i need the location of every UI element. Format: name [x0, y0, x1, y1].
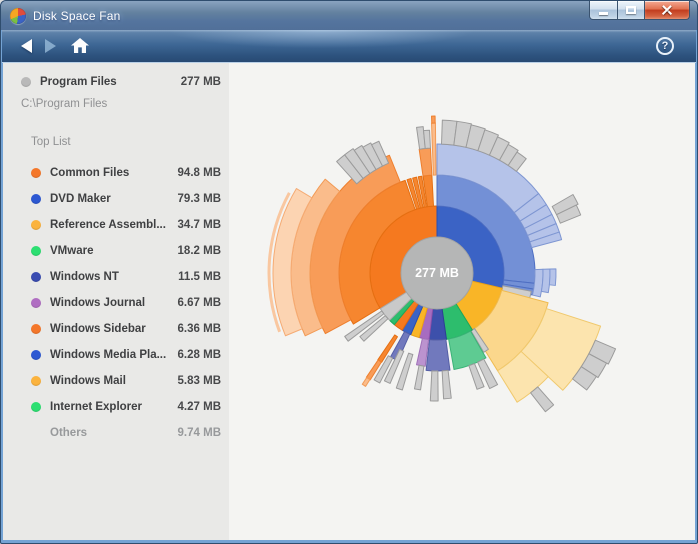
item-size: 4.27 MB — [177, 401, 221, 413]
close-icon — [661, 4, 673, 16]
fan-segment[interactable] — [540, 268, 551, 294]
list-item-others[interactable]: Others 9.74 MB — [3, 420, 221, 446]
item-label: Windows Sidebar — [50, 323, 146, 335]
minimize-button[interactable] — [589, 1, 618, 20]
home-button[interactable] — [68, 34, 92, 58]
item-size: 34.7 MB — [177, 219, 221, 231]
fan-segment[interactable] — [530, 386, 555, 413]
list-item-internet-explorer[interactable]: Internet Explorer 4.27 MB — [3, 394, 221, 420]
item-label: Others — [50, 427, 88, 439]
list-item-reference-assemblies[interactable]: Reference Assembl... 34.7 MB — [3, 212, 221, 238]
fan-segment[interactable] — [423, 129, 431, 150]
item-size: 94.8 MB — [177, 167, 221, 179]
close-button[interactable] — [645, 1, 690, 20]
list-item-windows-journal[interactable]: Windows Journal 6.67 MB — [3, 290, 221, 316]
minimize-icon — [599, 12, 608, 15]
item-size: 11.5 MB — [178, 271, 221, 283]
fan-segment[interactable] — [361, 377, 371, 387]
home-icon — [71, 38, 89, 53]
list-item-dvd-maker[interactable]: DVD Maker 79.3 MB — [3, 186, 221, 212]
back-button[interactable] — [14, 34, 38, 58]
fan-segment[interactable] — [441, 369, 452, 400]
item-size: 18.2 MB — [177, 245, 221, 257]
fan-segment[interactable] — [429, 370, 439, 402]
window-title: Disk Space Fan — [33, 8, 121, 23]
maximize-icon — [626, 6, 636, 14]
help-button[interactable]: ? — [656, 37, 674, 55]
forward-arrow-icon — [44, 39, 56, 53]
fan-segment[interactable] — [431, 122, 437, 176]
current-folder-path: C:\Program Files — [21, 98, 108, 110]
color-dot — [31, 272, 41, 282]
caption-buttons — [589, 1, 690, 20]
fan-chart-svg[interactable]: 277 MB — [229, 63, 695, 542]
item-size: 5.83 MB — [177, 375, 221, 387]
app-pie-icon — [10, 7, 26, 24]
screen: Disk Space Fan ? Program Files 277 MB C:… — [0, 0, 698, 544]
list-item-windows-media-player[interactable]: Windows Media Pla... 6.28 MB — [3, 342, 221, 368]
current-folder-size: 277 MB — [180, 76, 221, 88]
list-item-windows-mail[interactable]: Windows Mail 5.83 MB — [3, 368, 221, 394]
title-bar[interactable]: Disk Space Fan — [1, 1, 697, 30]
fan-chart-panel: 277 MB — [229, 63, 695, 540]
fan-segment[interactable] — [431, 115, 436, 124]
fan-segment[interactable] — [425, 338, 451, 372]
list-item-common-files[interactable]: Common Files 94.8 MB — [3, 160, 221, 186]
color-dot — [31, 350, 41, 360]
fan-segment[interactable] — [418, 147, 433, 177]
item-size: 9.74 MB — [177, 427, 221, 439]
color-dot — [31, 194, 41, 204]
color-dot — [31, 168, 41, 178]
item-label: Windows Mail — [50, 375, 126, 387]
item-label: Common Files — [50, 167, 130, 179]
back-arrow-icon — [20, 39, 32, 53]
item-label: VMware — [50, 245, 94, 257]
item-size: 79.3 MB — [177, 193, 221, 205]
list-item-vmware[interactable]: VMware 18.2 MB — [3, 238, 221, 264]
color-dot — [31, 402, 41, 412]
forward-button[interactable] — [38, 34, 62, 58]
color-dot — [31, 324, 41, 334]
color-dot — [31, 298, 41, 308]
item-label: Reference Assembl... — [50, 219, 166, 231]
content-area: Program Files 277 MB C:\Program Files To… — [3, 63, 695, 540]
item-label: Windows Media Pla... — [50, 349, 167, 361]
item-label: DVD Maker — [50, 193, 111, 205]
item-size: 6.36 MB — [177, 323, 221, 335]
app-window: Disk Space Fan ? Program Files 277 MB C:… — [0, 0, 698, 544]
color-dot — [31, 246, 41, 256]
folder-dot — [21, 77, 31, 87]
fan-segment[interactable] — [548, 268, 557, 286]
item-label: Windows Journal — [50, 297, 146, 309]
item-label: Windows NT — [50, 271, 119, 283]
top-list-label: Top List — [31, 136, 71, 148]
fan-segment[interactable] — [413, 364, 425, 391]
sidebar: Program Files 277 MB C:\Program Files To… — [3, 63, 229, 540]
center-size-label: 277 MB — [415, 266, 459, 280]
list-item-windows-nt[interactable]: Windows NT 11.5 MB — [3, 264, 221, 290]
item-label: Internet Explorer — [50, 401, 143, 413]
maximize-button[interactable] — [618, 1, 645, 20]
item-size: 6.28 MB — [177, 349, 221, 361]
color-dot — [31, 220, 41, 230]
current-folder-name: Program Files — [40, 76, 117, 88]
item-size: 6.67 MB — [177, 297, 221, 309]
color-dot — [31, 376, 41, 386]
list-item-windows-sidebar[interactable]: Windows Sidebar 6.36 MB — [3, 316, 221, 342]
current-folder-row[interactable]: Program Files 277 MB — [3, 73, 221, 91]
toolbar: ? — [2, 30, 696, 63]
fan-center-group: 277 MB — [400, 236, 474, 310]
